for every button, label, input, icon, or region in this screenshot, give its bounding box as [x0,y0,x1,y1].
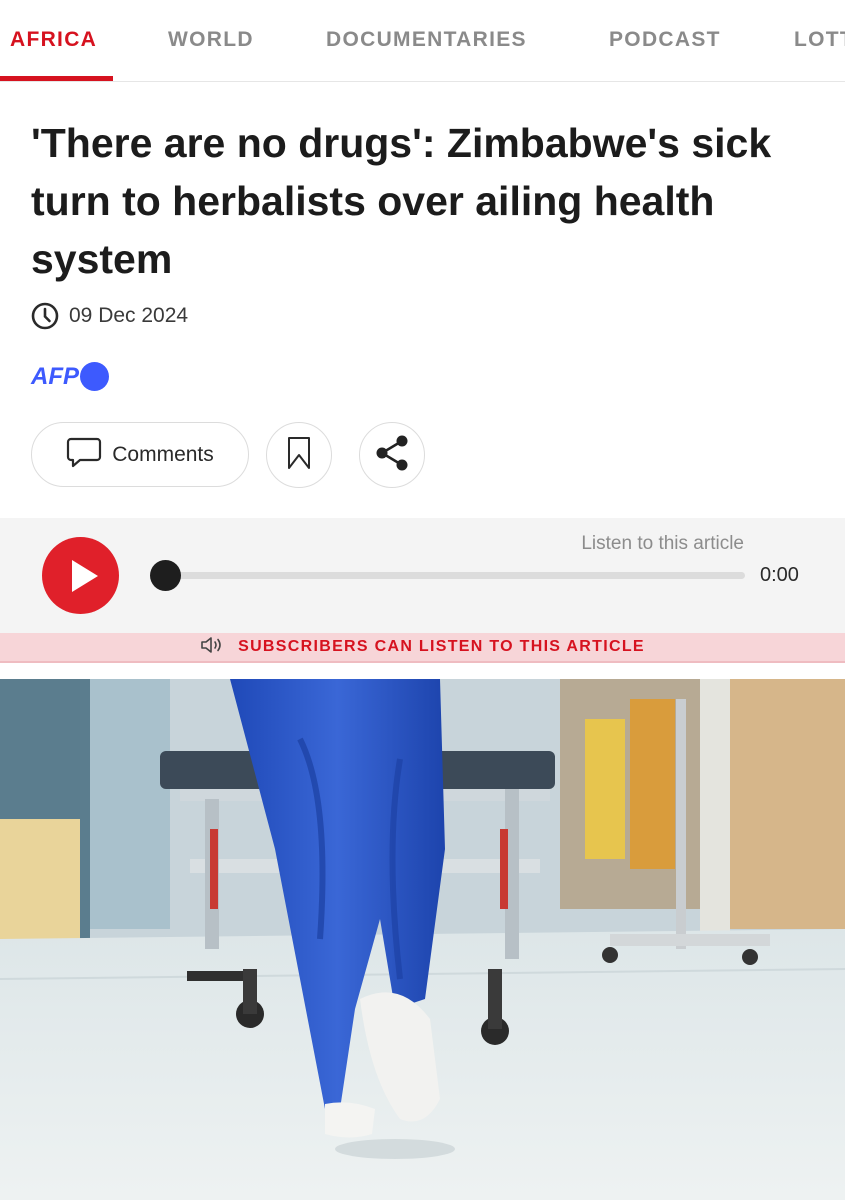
bookmark-icon [287,436,311,475]
active-tab-indicator [0,76,113,81]
speaker-icon [200,635,224,660]
hospital-corridor-photo [0,679,845,1200]
share-button[interactable] [359,422,425,488]
article-date: 09 Dec 2024 [69,304,189,327]
audio-player: Listen to this article 0:00 [0,518,845,633]
play-button[interactable] [42,537,119,614]
hero-image [0,679,845,1200]
afp-logo[interactable]: AFP [31,362,109,391]
tab-documentaries[interactable]: DOCUMENTARIES [326,28,527,52]
subscribers-banner: SUBSCRIBERS CAN LISTEN TO THIS ARTICLE [0,633,845,663]
tab-africa[interactable]: AFRICA [10,28,97,52]
bookmark-button[interactable] [266,422,332,488]
tab-world[interactable]: WORLD [168,28,254,52]
afp-logo-dot [80,362,109,391]
share-icon [374,434,410,477]
afp-logo-text: AFP [31,362,79,390]
audio-time: 0:00 [760,564,799,586]
tab-lotto[interactable]: LOTTO [794,28,845,52]
article-date-row: 09 Dec 2024 [31,302,188,330]
subscribers-banner-text: SUBSCRIBERS CAN LISTEN TO THIS ARTICLE [238,638,645,655]
tab-podcast[interactable]: PODCAST [609,28,721,52]
category-tabs: AFRICA WORLD DOCUMENTARIES PODCAST LOTTO [0,0,845,82]
audio-progress-track[interactable] [165,572,745,579]
clock-icon [31,302,59,330]
speech-bubble-icon [66,436,102,473]
comments-label: Comments [112,442,214,466]
listen-label: Listen to this article [581,533,744,554]
audio-scrubber-handle[interactable] [150,560,181,591]
comments-button[interactable]: Comments [31,422,249,487]
article-headline: 'There are no drugs': Zimbabwe's sick tu… [31,120,772,282]
